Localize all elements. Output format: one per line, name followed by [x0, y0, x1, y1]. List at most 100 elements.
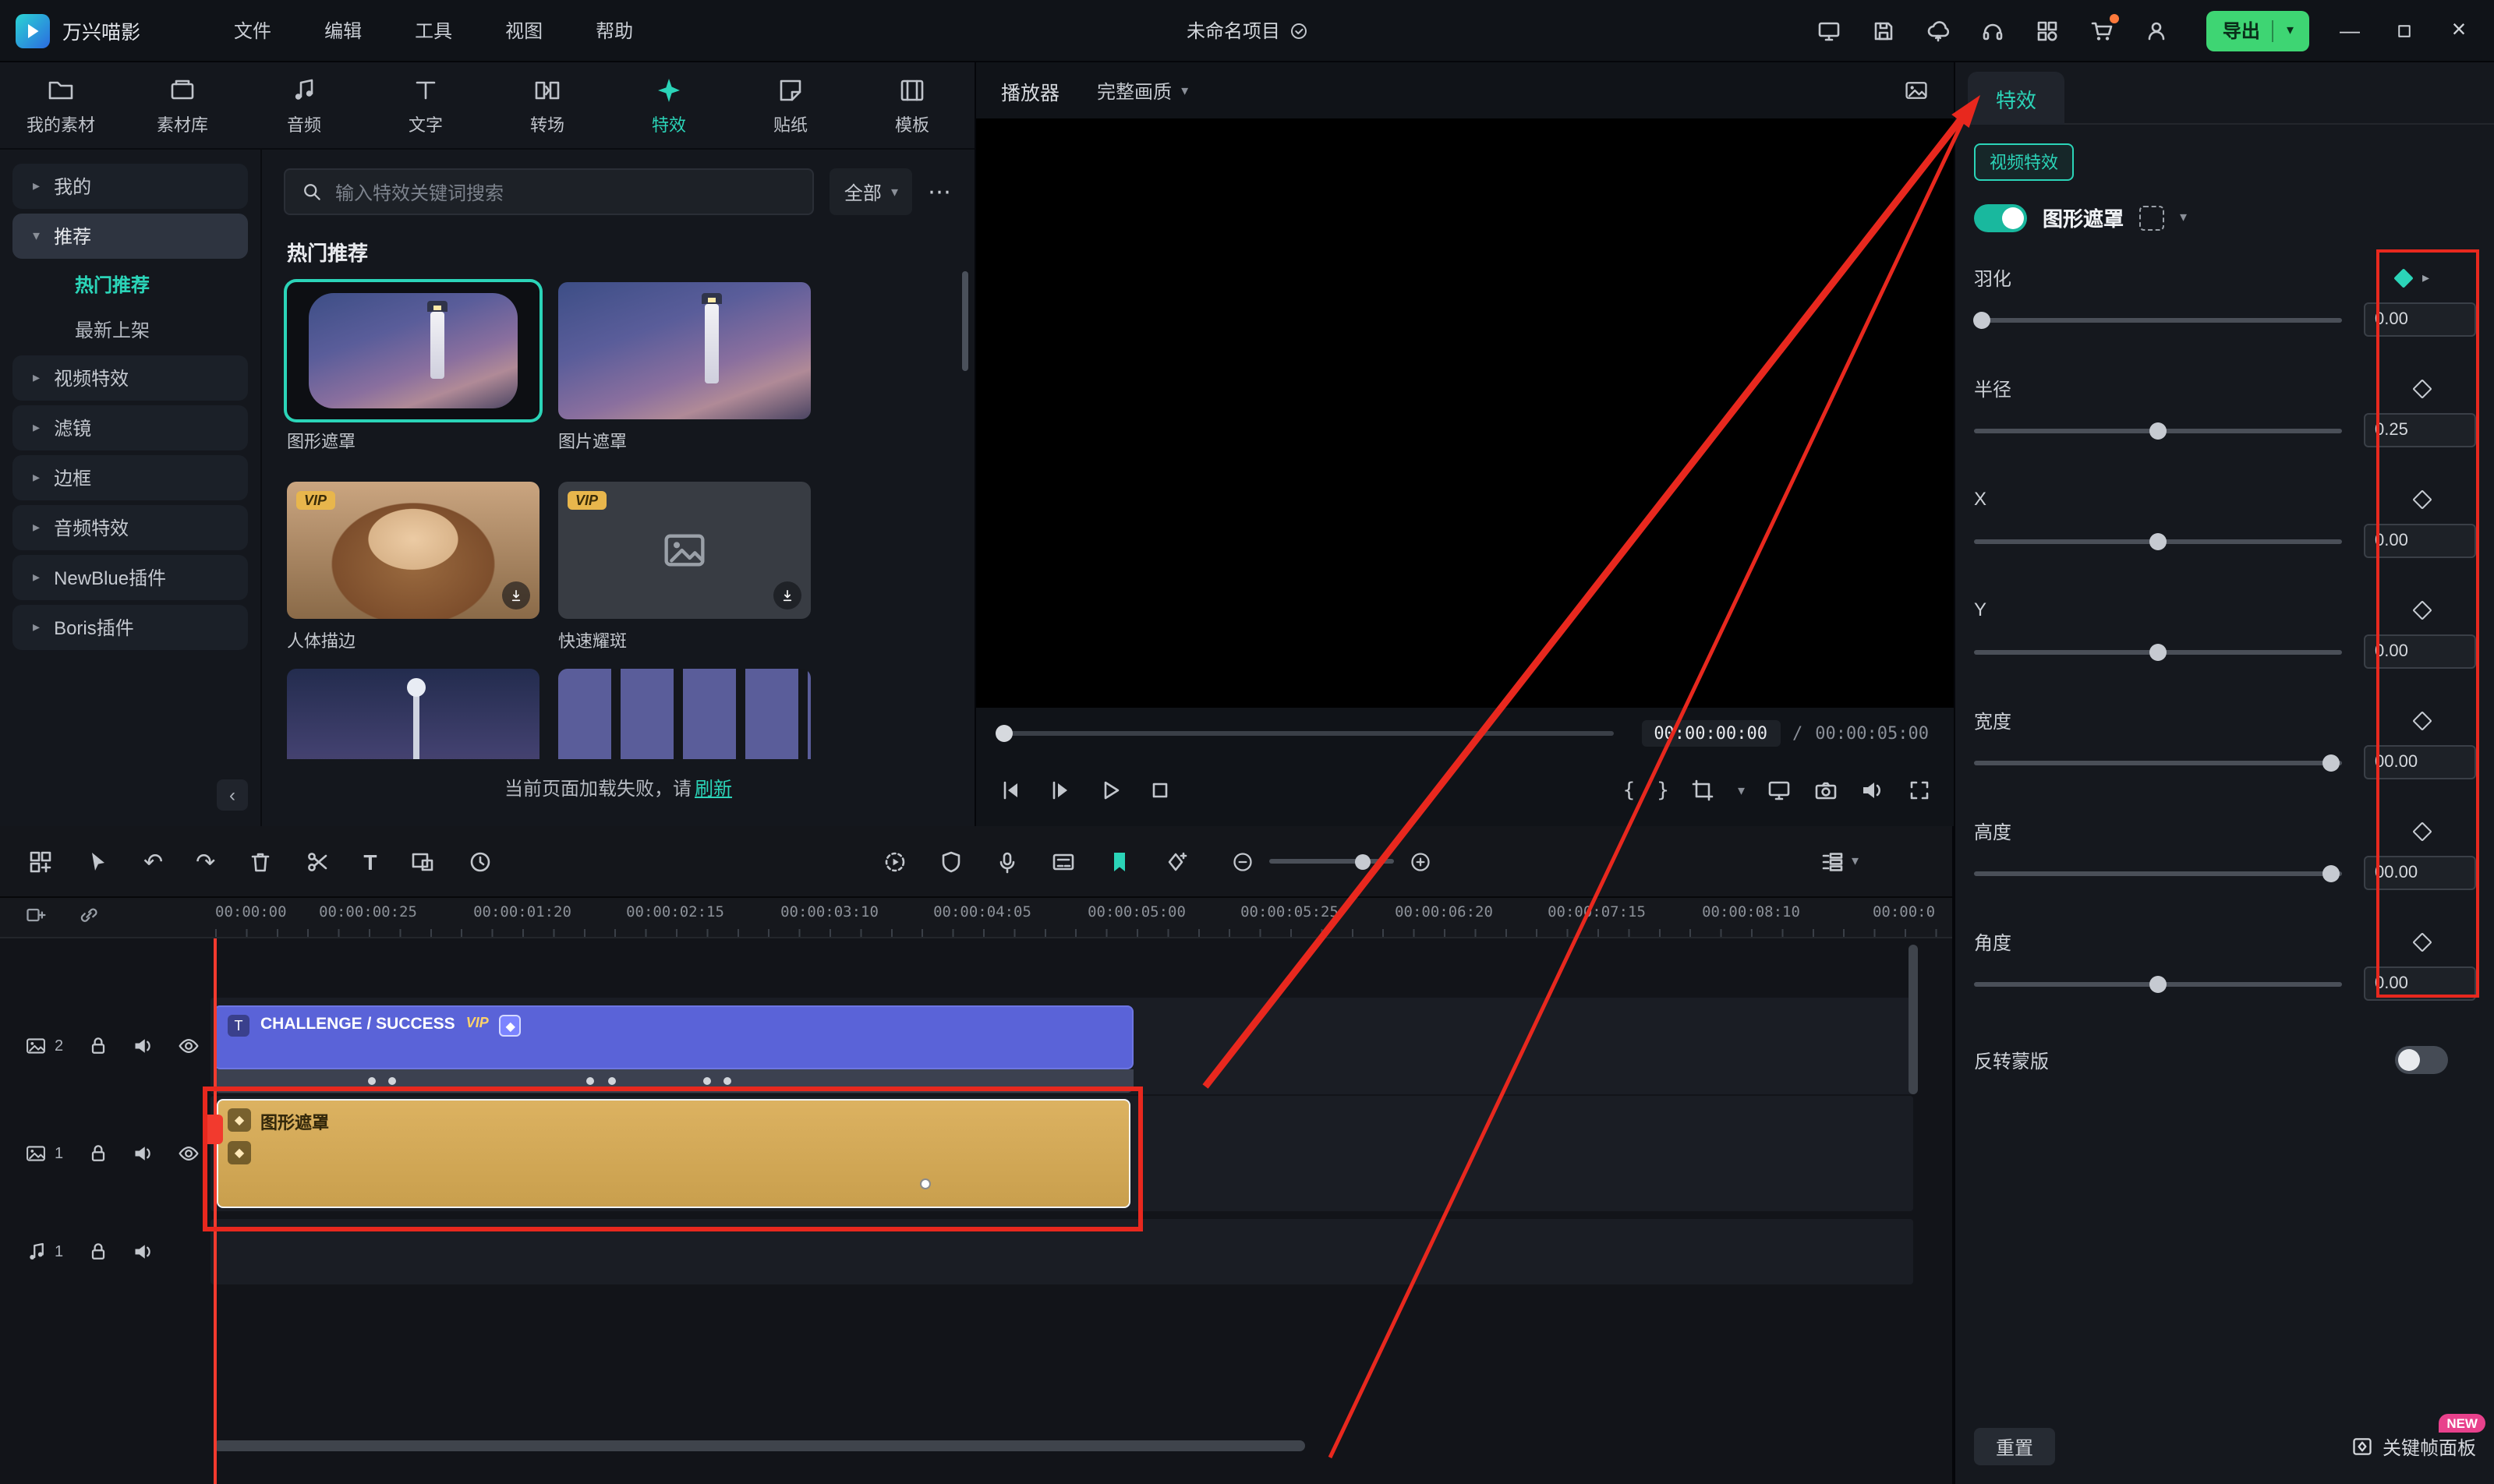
effect-item-partial[interactable] — [558, 669, 811, 759]
hide-track-icon[interactable] — [177, 1035, 199, 1057]
split-scissors-icon[interactable] — [306, 849, 331, 874]
support-headset-icon[interactable] — [1979, 16, 2008, 44]
param-value-input[interactable]: 0.00 — [2364, 524, 2476, 558]
lock-track-icon[interactable] — [87, 1143, 108, 1164]
more-options-button[interactable]: ⋯ — [928, 178, 953, 206]
audio-to-text-icon[interactable] — [1050, 849, 1075, 874]
keyframe-diamond-icon[interactable] — [2412, 710, 2432, 730]
keyframe-add-icon[interactable] — [1162, 849, 1187, 874]
download-icon[interactable] — [502, 581, 530, 610]
effect-item-body-outline[interactable]: VIP 人体描边 — [287, 482, 539, 653]
keyframe-diamond-icon[interactable] — [2412, 599, 2432, 620]
mark-in-button[interactable]: { — [1623, 779, 1636, 802]
tab-effects-properties[interactable]: 特效 — [1968, 72, 2065, 125]
clip-keyframe-strip[interactable] — [214, 1069, 1134, 1093]
media-grid-icon[interactable] — [28, 849, 53, 874]
effect-item-image-mask[interactable]: 图片遮罩 — [558, 282, 811, 454]
crop-tool-icon[interactable] — [1691, 778, 1716, 803]
mask-shield-icon[interactable] — [938, 849, 963, 874]
keyframe-diamond-icon[interactable] — [2394, 267, 2414, 288]
next-frame-button[interactable] — [1048, 778, 1073, 803]
clip-keyframe-dot[interactable] — [920, 1178, 931, 1189]
render-preview-icon[interactable] — [882, 849, 907, 874]
param-slider[interactable] — [1974, 422, 2342, 439]
search-input[interactable]: 输入特效关键词搜索 — [284, 168, 815, 215]
keyframe-panel-button[interactable]: NEW 关键帧面板 — [2351, 1413, 2485, 1460]
lock-track-icon[interactable] — [87, 1035, 108, 1057]
keyframe-diamond-icon[interactable] — [2412, 821, 2432, 841]
param-slider[interactable] — [1972, 311, 2342, 328]
close-button[interactable]: × — [2445, 16, 2473, 44]
menu-tools[interactable]: 工具 — [415, 17, 452, 44]
param-slider[interactable] — [1974, 754, 2342, 771]
audio-track-1-lane[interactable] — [210, 1219, 1913, 1284]
sidebar-collapse-button[interactable]: ‹ — [217, 779, 248, 811]
sidebar-group-recommended[interactable]: ▾ 推荐 — [12, 214, 248, 259]
menu-file[interactable]: 文件 — [234, 17, 271, 44]
invert-mask-toggle[interactable] — [2395, 1046, 2448, 1074]
media-tab-audio[interactable]: 音频 — [243, 62, 365, 148]
add-text-icon[interactable]: T — [363, 849, 377, 874]
param-slider[interactable] — [1974, 532, 2342, 549]
delete-icon[interactable] — [248, 849, 273, 874]
account-icon[interactable] — [2143, 16, 2171, 44]
effect-item-partial[interactable] — [287, 669, 539, 759]
timeline-ruler[interactable]: 00:00:00 00:00:00:25 00:00:01:20 00:00:0… — [0, 898, 1952, 938]
mask-preview-icon[interactable] — [2139, 205, 2165, 230]
media-tab-my-media[interactable]: 我的素材 — [0, 62, 122, 148]
param-value-input[interactable]: 0.00 — [2364, 302, 2476, 337]
sidebar-group-filters[interactable]: ▸ 滤镜 — [12, 405, 248, 450]
minimize-button[interactable]: — — [2336, 19, 2364, 42]
effect-item-quick-flare[interactable]: VIP 快速耀斑 — [558, 482, 811, 653]
cart-icon[interactable] — [2089, 13, 2120, 44]
track-manager-chevron[interactable]: ▾ — [1852, 853, 1859, 870]
apps-grid-icon[interactable] — [2034, 16, 2062, 44]
pip-icon[interactable] — [409, 849, 434, 874]
display-switch-icon[interactable] — [1816, 16, 1844, 44]
marker-icon[interactable] — [1106, 849, 1131, 874]
undo-button[interactable]: ↶ — [143, 847, 163, 875]
record-voiceover-icon[interactable] — [994, 849, 1019, 874]
media-tab-stickers[interactable]: 贴纸 — [730, 62, 851, 148]
second-monitor-icon[interactable] — [1767, 778, 1792, 803]
effect-enable-toggle[interactable] — [1974, 203, 2027, 231]
media-tab-effects[interactable]: 特效 — [608, 62, 730, 148]
param-value-input[interactable]: 0.00 — [2364, 966, 2476, 1001]
play-button[interactable] — [1098, 778, 1123, 803]
timeline-vscrollbar[interactable] — [1909, 945, 1918, 1094]
media-scrollbar[interactable] — [962, 271, 968, 371]
timeline-zoom-slider[interactable] — [1268, 853, 1394, 869]
snapshot-icon[interactable] — [1813, 778, 1838, 803]
preview-mode-icon[interactable] — [1904, 78, 1929, 103]
sidebar-group-boris[interactable]: ▸ Boris插件 — [12, 605, 248, 650]
app-logo-icon[interactable] — [16, 13, 50, 48]
mute-track-icon[interactable] — [132, 1241, 154, 1263]
speed-clock-icon[interactable] — [467, 849, 492, 874]
zoom-in-icon[interactable] — [1409, 850, 1431, 872]
fullscreen-icon[interactable] — [1907, 778, 1932, 803]
menu-edit[interactable]: 编辑 — [324, 17, 362, 44]
menu-help[interactable]: 帮助 — [596, 17, 633, 44]
volume-icon[interactable] — [1860, 778, 1885, 803]
sidebar-item-newest[interactable]: 最新上架 — [12, 309, 248, 351]
sidebar-group-newblue[interactable]: ▸ NewBlue插件 — [12, 555, 248, 600]
menu-view[interactable]: 视图 — [505, 17, 543, 44]
timeline-hscrollbar[interactable] — [214, 1440, 1305, 1451]
redo-button[interactable]: ↷ — [196, 847, 215, 875]
export-button[interactable]: 导出 ▾ — [2206, 10, 2309, 51]
reset-button[interactable]: 重置 — [1974, 1428, 2055, 1465]
refresh-link[interactable]: 刷新 — [695, 778, 732, 800]
param-slider[interactable] — [1974, 864, 2342, 882]
cloud-upload-icon[interactable] — [1925, 16, 1953, 44]
keyframe-diamond-icon[interactable] — [2412, 489, 2432, 509]
player-seek-thumb[interactable] — [995, 724, 1013, 741]
player-seekbar[interactable] — [995, 724, 1614, 741]
save-project-icon[interactable] — [1870, 16, 1898, 44]
mute-track-icon[interactable] — [132, 1143, 154, 1164]
sidebar-group-audio-effects[interactable]: ▸ 音频特效 — [12, 505, 248, 550]
stop-button[interactable] — [1148, 778, 1173, 803]
text-clip[interactable]: T CHALLENGE / SUCCESS VIP ◆ — [214, 1005, 1134, 1069]
next-keyframe-icon[interactable]: ▸ — [2422, 269, 2429, 286]
media-tab-templates[interactable]: 模板 — [851, 62, 973, 148]
param-slider[interactable] — [1974, 975, 2342, 992]
